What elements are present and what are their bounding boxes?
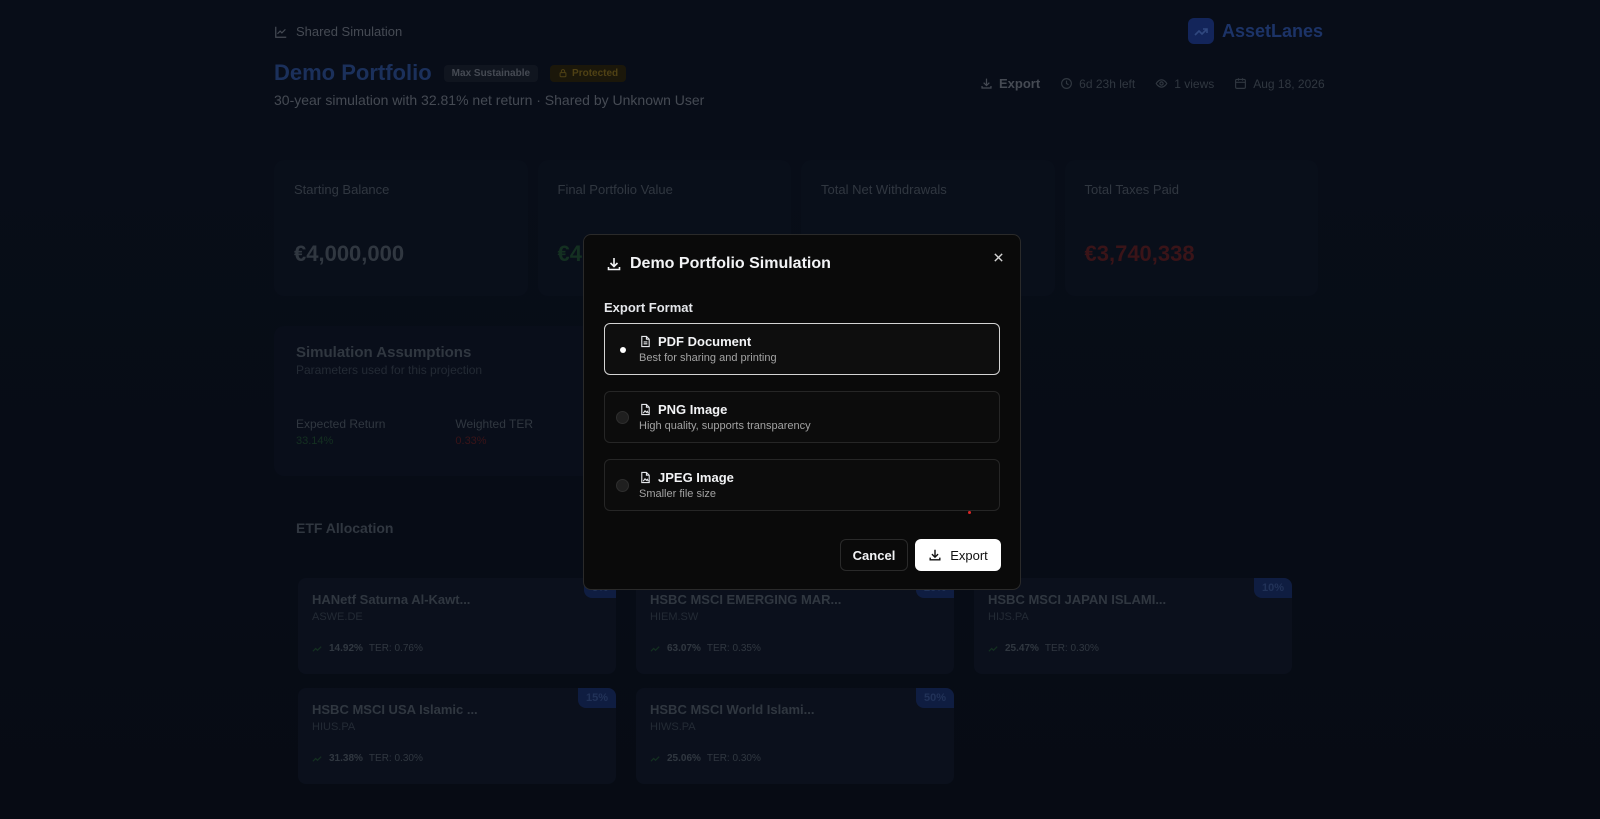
- dialog-header: Demo Portfolio Simulation: [606, 255, 831, 273]
- option-title: PDF Document: [658, 334, 752, 349]
- option-title: JPEG Image: [658, 470, 734, 485]
- option-description: High quality, supports transparency: [639, 420, 811, 432]
- download-icon: [607, 258, 621, 271]
- export-button[interactable]: Export: [915, 539, 1001, 571]
- option-title: PNG Image: [658, 402, 728, 417]
- radio-jpeg[interactable]: [616, 479, 629, 492]
- dialog-title: Demo Portfolio Simulation: [630, 255, 831, 272]
- option-description: Best for sharing and printing: [639, 352, 777, 364]
- export-button-label: Export: [950, 547, 988, 563]
- file-text-icon: [641, 335, 650, 348]
- download-icon: [929, 549, 941, 561]
- format-option-png[interactable]: PNG Image High quality, supports transpa…: [604, 391, 1000, 443]
- close-icon: [993, 252, 1003, 262]
- format-option-jpeg[interactable]: JPEG Image Smaller file size: [604, 459, 1000, 511]
- format-option-pdf[interactable]: PDF Document Best for sharing and printi…: [604, 323, 1000, 375]
- export-format-label: Export Format: [604, 300, 693, 315]
- export-dialog: Demo Portfolio Simulation Export Format …: [583, 234, 1021, 590]
- radio-pdf[interactable]: [616, 343, 629, 356]
- cursor-marker: [968, 511, 971, 514]
- radio-png[interactable]: [616, 411, 629, 424]
- close-button[interactable]: [990, 249, 1006, 265]
- file-image-icon: [641, 403, 650, 416]
- option-description: Smaller file size: [639, 488, 717, 500]
- file-image-icon: [641, 471, 650, 484]
- cancel-button[interactable]: Cancel: [840, 539, 908, 571]
